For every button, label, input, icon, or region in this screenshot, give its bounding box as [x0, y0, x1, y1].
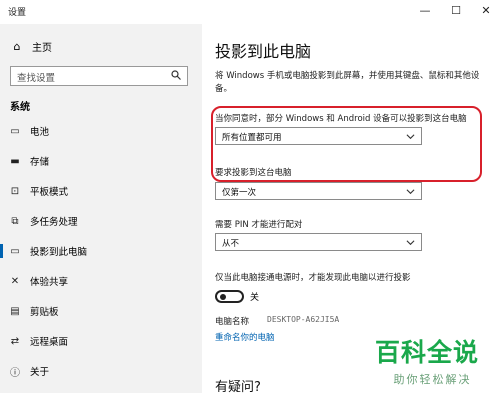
sidebar-home[interactable]: ⌂ 主页: [10, 38, 53, 54]
power-discovery-label: 仅当此电脑接通电源时，才能发现此电脑以进行投影: [215, 273, 411, 283]
sidebar-item-label: 关于: [30, 367, 50, 378]
clipboard-icon: ▤: [10, 305, 20, 317]
sidebar-item-remote-desktop[interactable]: ⇄ 远程桌面: [0, 330, 202, 352]
chevron-down-icon: [406, 240, 415, 246]
watermark-logo: 百科全说 助你轻松解决: [375, 333, 490, 387]
toggle-knob: [220, 294, 226, 300]
rename-pc-link[interactable]: 重命名你的电脑: [215, 331, 275, 343]
watermark-title: 百科全说: [375, 338, 480, 367]
require-pin-dropdown[interactable]: 从不: [215, 233, 422, 251]
sidebar-item-shared-experiences[interactable]: ✕ 体验共享: [0, 270, 202, 292]
power-discovery-toggle[interactable]: [215, 290, 244, 303]
sidebar-item-about[interactable]: ⓘ 关于: [0, 360, 202, 382]
projector-icon: ▭: [10, 245, 20, 257]
availability-label: 当你同意时，部分 Windows 和 Android 设备可以投影到这台电脑: [215, 114, 467, 124]
section-heading: 系统: [10, 102, 30, 113]
minimize-button[interactable]: —: [415, 2, 435, 20]
maximize-button[interactable]: ☐: [446, 2, 466, 20]
pc-name-value: DESKTOP-A62JI5A: [267, 315, 340, 324]
sidebar-item-label: 电池: [30, 127, 50, 138]
sidebar-item-label: 多任务处理: [30, 217, 78, 228]
require-pin-label: 需要 PIN 才能进行配对: [215, 220, 303, 230]
tablet-icon: ⊡: [10, 185, 20, 197]
dropdown-value: 仅第一次: [222, 188, 257, 198]
availability-dropdown[interactable]: 所有位置都可用: [215, 127, 422, 145]
toggle-state-label: 关: [250, 293, 260, 303]
dropdown-value: 从不: [222, 239, 240, 249]
close-button[interactable]: ✕: [476, 2, 496, 20]
ask-to-project-dropdown[interactable]: 仅第一次: [215, 182, 422, 200]
pc-name-label: 电脑名称: [215, 317, 250, 327]
active-indicator: [0, 244, 3, 258]
remote-desktop-icon: ⇄: [10, 335, 20, 347]
sidebar-item-label: 平板模式: [30, 187, 69, 198]
multitask-icon: ⧉: [11, 215, 19, 227]
page-title: 投影到此电脑: [215, 42, 312, 61]
storage-icon: ▬: [10, 155, 20, 167]
faq-heading: 有疑问?: [215, 380, 261, 393]
info-icon: ⓘ: [10, 367, 20, 379]
window-title: 设置: [8, 8, 27, 18]
sidebar-item-tablet-mode[interactable]: ⊡ 平板模式: [0, 180, 202, 202]
sidebar: ⌂ 主页 查找设置 系统 ▭ 电池 ▬ 存储 ⊡ 平板模式 ⧉ 多任务处理 ▭ …: [0, 24, 202, 393]
sidebar-item-label: 远程桌面: [30, 337, 69, 348]
sidebar-item-label: 剪贴板: [30, 307, 59, 318]
sidebar-item-label: 体验共享: [30, 277, 69, 288]
sidebar-item-battery[interactable]: ▭ 电池: [0, 120, 202, 142]
sidebar-item-multitasking[interactable]: ⧉ 多任务处理: [0, 210, 202, 232]
dropdown-value: 所有位置都可用: [222, 133, 282, 143]
chevron-down-icon: [406, 189, 415, 195]
ask-to-project-label: 要求投影到这台电脑: [215, 168, 292, 178]
sidebar-item-clipboard[interactable]: ▤ 剪贴板: [0, 300, 202, 322]
page-description: 将 Windows 手机或电脑投影到此屏幕，并使用其键盘、鼠标和其他设备。: [215, 71, 480, 94]
chevron-down-icon: [406, 134, 415, 140]
sidebar-item-label: 投影到此电脑: [30, 247, 88, 258]
sidebar-item-storage[interactable]: ▬ 存储: [0, 150, 202, 172]
sidebar-home-label: 主页: [32, 42, 52, 54]
battery-icon: ▭: [10, 125, 20, 137]
sidebar-item-label: 存储: [30, 157, 50, 168]
sidebar-item-project-to-pc[interactable]: ▭ 投影到此电脑: [0, 240, 202, 262]
title-bar: 设置 — ☐ ✕: [0, 0, 500, 24]
search-input[interactable]: 查找设置: [10, 66, 188, 86]
search-icon[interactable]: [171, 70, 181, 80]
share-icon: ✕: [10, 275, 20, 287]
watermark-subtitle: 助你轻松解决: [393, 373, 472, 386]
search-placeholder: 查找设置: [17, 73, 56, 84]
home-icon: ⌂: [13, 39, 21, 53]
